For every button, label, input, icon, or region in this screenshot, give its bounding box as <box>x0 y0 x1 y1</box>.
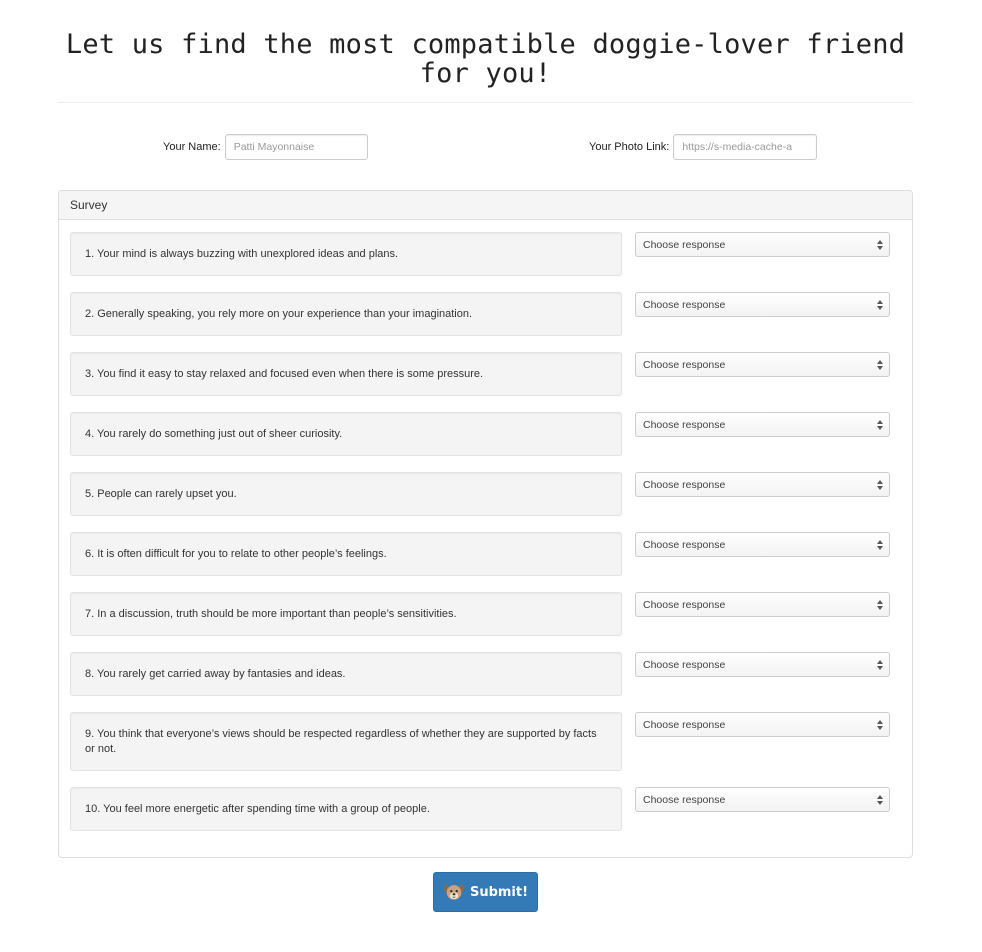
question-card: 9. You think that everyone’s views shoul… <box>70 712 622 771</box>
select-value: Choose response <box>643 478 726 491</box>
response-select[interactable]: Choose response <box>635 532 890 557</box>
select-value: Choose response <box>643 793 726 806</box>
select-value: Choose response <box>643 658 726 671</box>
question-card: 5. People can rarely upset you. <box>70 472 622 516</box>
question-text: 8. You rarely get carried away by fantas… <box>85 667 346 680</box>
question-text: 4. You rarely do something just out of s… <box>85 427 343 440</box>
name-label: Your Name: <box>163 141 221 153</box>
select-value: Choose response <box>643 358 726 371</box>
question-text: 5. People can rarely upset you. <box>85 487 237 500</box>
response-select[interactable]: Choose response <box>635 787 890 812</box>
response-select[interactable]: Choose response <box>635 232 890 257</box>
response-select[interactable]: Choose response <box>635 712 890 737</box>
photo-link-label: Your Photo Link: <box>589 141 670 153</box>
submit-label: Submit! <box>469 884 529 900</box>
question-card: 6. It is often difficult for you to rela… <box>70 532 622 576</box>
submit-button[interactable]: Submit! <box>433 872 538 912</box>
select-arrows-icon <box>875 359 885 371</box>
select-arrows-icon <box>875 659 885 671</box>
page-title: Let us find the most compatible doggie-l… <box>65 29 906 89</box>
survey-heading: Survey <box>59 191 912 220</box>
question-text: 2. Generally speaking, you rely more on … <box>85 307 473 320</box>
select-value: Choose response <box>643 418 726 431</box>
select-arrows-icon <box>875 719 885 731</box>
response-select[interactable]: Choose response <box>635 592 890 617</box>
question-text: 10. You feel more energetic after spendi… <box>85 802 430 815</box>
dog-face-icon <box>444 884 464 900</box>
select-arrows-icon <box>875 299 885 311</box>
select-value: Choose response <box>643 718 726 731</box>
response-select[interactable]: Choose response <box>635 352 890 377</box>
survey-panel: Survey 1. Your mind is always buzzing wi… <box>58 190 913 858</box>
select-arrows-icon <box>875 599 885 611</box>
photo-field-group: Your Photo Link: <box>589 134 818 160</box>
question-text: 3. You find it easy to stay relaxed and … <box>85 367 484 380</box>
select-value: Choose response <box>643 538 726 551</box>
question-card: 1. Your mind is always buzzing with unex… <box>70 232 622 276</box>
select-arrows-icon <box>875 794 885 806</box>
select-value: Choose response <box>643 238 726 251</box>
question-card: 8. You rarely get carried away by fantas… <box>70 652 622 696</box>
select-arrows-icon <box>875 239 885 251</box>
question-card: 3. You find it easy to stay relaxed and … <box>70 352 622 396</box>
question-card: 7. In a discussion, truth should be more… <box>70 592 622 636</box>
name-field-group: Your Name: <box>163 134 368 160</box>
select-arrows-icon <box>875 479 885 491</box>
title-divider <box>58 102 913 103</box>
question-text: 9. You think that everyone’s views shoul… <box>85 727 597 755</box>
select-value: Choose response <box>643 298 726 311</box>
select-arrows-icon <box>875 419 885 431</box>
photo-link-input[interactable] <box>673 134 818 160</box>
question-card: 10. You feel more energetic after spendi… <box>70 787 622 831</box>
question-text: 1. Your mind is always buzzing with unex… <box>85 247 399 260</box>
select-value: Choose response <box>643 598 726 611</box>
question-card: 2. Generally speaking, you rely more on … <box>70 292 622 336</box>
response-select[interactable]: Choose response <box>635 472 890 497</box>
response-select[interactable]: Choose response <box>635 292 890 317</box>
response-select[interactable]: Choose response <box>635 652 890 677</box>
response-select[interactable]: Choose response <box>635 412 890 437</box>
name-input[interactable] <box>224 134 368 160</box>
question-text: 7. In a discussion, truth should be more… <box>85 607 457 620</box>
question-text: 6. It is often difficult for you to rela… <box>85 547 387 560</box>
select-arrows-icon <box>875 539 885 551</box>
question-card: 4. You rarely do something just out of s… <box>70 412 622 456</box>
